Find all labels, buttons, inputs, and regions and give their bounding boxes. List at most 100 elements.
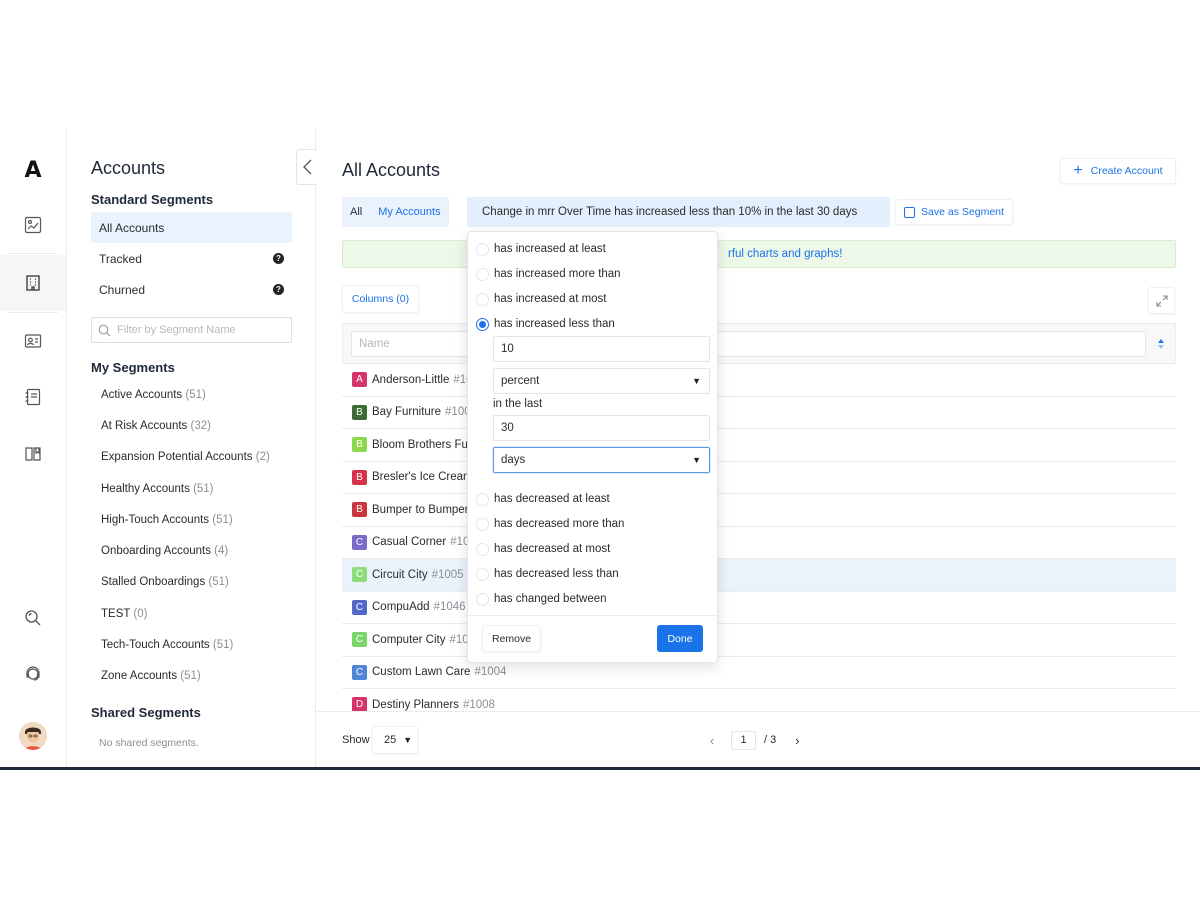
help-icon[interactable]: ? (273, 253, 284, 264)
segment-item[interactable]: Zone Accounts (51) (101, 670, 201, 682)
account-name[interactable]: Bresler's Ice Cream (372, 471, 473, 483)
radio-selected[interactable] (476, 317, 489, 331)
segment-all-accounts[interactable]: All Accounts (91, 212, 292, 243)
period-input[interactable]: 30 (493, 415, 710, 441)
segment-item[interactable]: Healthy Accounts (51) (101, 483, 214, 495)
user-menu[interactable] (0, 708, 66, 764)
radio[interactable] (476, 267, 489, 281)
option-decreased-at-least[interactable]: has decreased at least (476, 489, 610, 509)
create-account-button[interactable]: + Create Account (1060, 158, 1176, 184)
playbook-nav[interactable] (0, 426, 66, 482)
segment-item[interactable]: Tech-Touch Accounts (51) (101, 639, 233, 651)
help-icon[interactable]: ? (273, 284, 284, 295)
page-number-input[interactable]: 1 (731, 730, 756, 750)
page-size-value: 25 (384, 734, 397, 746)
caret-down-icon: ▼ (692, 455, 701, 465)
option-increased-less-than[interactable]: has increased less than (476, 314, 615, 334)
popover-footer: Remove Done (468, 615, 717, 663)
account-name[interactable]: Computer City (372, 634, 446, 646)
notebook-icon (25, 388, 41, 406)
notebook-nav[interactable] (0, 369, 66, 425)
option-label: has changed between (494, 593, 607, 605)
option-decreased-more-than[interactable]: has decreased more than (476, 514, 624, 534)
option-label: has increased less than (494, 318, 615, 330)
radio[interactable] (476, 542, 489, 556)
radio[interactable] (476, 592, 489, 606)
dashboard-nav[interactable] (0, 197, 66, 253)
toggle-all[interactable]: All (342, 197, 370, 227)
segment-label: All Accounts (99, 220, 165, 235)
account-name[interactable]: Bumper to Bumper (372, 504, 469, 516)
segment-label: High-Touch Accounts (101, 514, 210, 526)
option-decreased-at-most[interactable]: has decreased at most (476, 539, 610, 559)
segment-item[interactable]: High-Touch Accounts (51) (101, 514, 233, 526)
account-name[interactable]: Anderson-Little (372, 374, 449, 386)
table-footer: Show 25 ▼ ‹ 1 / 3 › (317, 711, 1200, 770)
contacts-nav[interactable] (0, 313, 66, 369)
segment-item[interactable]: At Risk Accounts (32) (101, 420, 211, 432)
filter-condition-popover: has increased at least has increased mor… (467, 231, 718, 663)
active-filter-chip[interactable]: Change in mrr Over Time has increased le… (467, 197, 890, 227)
my-segments-heading: My Segments (91, 360, 175, 375)
save-as-segment-button[interactable]: Save as Segment (895, 199, 1013, 225)
account-id: #1008 (462, 698, 495, 711)
account-name[interactable]: Destiny Planners (372, 699, 459, 711)
radio[interactable] (476, 492, 489, 506)
sort-icon[interactable] (1157, 338, 1165, 350)
segment-label: Healthy Accounts (101, 483, 190, 495)
avatar (19, 722, 47, 750)
period-unit-select[interactable]: days ▼ (493, 447, 710, 473)
segment-churned[interactable]: Churned ? (91, 274, 292, 305)
option-changed-between[interactable]: has changed between (476, 589, 607, 609)
segment-item[interactable]: Onboarding Accounts (4) (101, 545, 228, 557)
show-label: Show (342, 734, 370, 746)
search-icon (25, 610, 41, 626)
account-initial-badge: B (352, 469, 367, 485)
account-name[interactable]: Bloom Brothers Fur (372, 439, 472, 451)
banner-link[interactable]: rful charts and graphs! (728, 248, 842, 260)
prev-page-icon[interactable]: ‹ (703, 730, 721, 750)
segment-item[interactable]: Expansion Potential Accounts (2) (101, 451, 270, 463)
page-size-select[interactable]: 25 ▼ (372, 726, 418, 754)
account-name[interactable]: Circuit City (372, 569, 428, 581)
segment-item[interactable]: TEST (0) (101, 608, 147, 620)
radio[interactable] (476, 517, 489, 531)
segment-tracked[interactable]: Tracked ? (91, 243, 292, 274)
support-nav[interactable] (0, 646, 66, 702)
account-name[interactable]: Custom Lawn Care (372, 666, 470, 678)
app-logo[interactable]: A (0, 142, 66, 198)
expand-button[interactable] (1148, 287, 1175, 314)
option-decreased-less-than[interactable]: has decreased less than (476, 564, 619, 584)
account-name[interactable]: CompuAdd (372, 601, 430, 613)
next-page-icon[interactable]: › (788, 730, 806, 750)
search-nav[interactable] (0, 590, 66, 646)
segment-item[interactable]: Stalled Onboardings (51) (101, 576, 229, 588)
account-id: #1004 (474, 666, 507, 679)
done-button[interactable]: Done (657, 625, 703, 652)
unit-select[interactable]: percent ▼ (493, 368, 710, 394)
account-name[interactable]: Bay Furniture (372, 406, 441, 418)
remove-button[interactable]: Remove (482, 625, 541, 652)
segment-item[interactable]: Active Accounts (51) (101, 389, 206, 401)
standard-segments-heading: Standard Segments (91, 192, 214, 207)
columns-button[interactable]: Columns (0) (342, 285, 419, 313)
option-increased-more-than[interactable]: has increased more than (476, 264, 621, 284)
option-label: has increased at least (494, 243, 606, 255)
accounts-nav[interactable] (0, 255, 66, 311)
toggle-my-accounts[interactable]: My Accounts (370, 197, 448, 227)
segment-filter-field[interactable] (91, 317, 292, 343)
radio[interactable] (476, 567, 489, 581)
collapse-panel-button[interactable] (296, 149, 317, 185)
option-increased-at-most[interactable]: has increased at most (476, 289, 607, 309)
option-label: has increased more than (494, 268, 621, 280)
option-increased-at-least[interactable]: has increased at least (476, 239, 606, 259)
account-id: #1005 (431, 568, 464, 581)
radio[interactable] (476, 242, 489, 256)
radio[interactable] (476, 292, 489, 306)
amount-input[interactable]: 10 (493, 336, 710, 362)
account-name[interactable]: Casual Corner (372, 536, 446, 548)
panel-title: Accounts (91, 158, 166, 178)
segment-label: Churned (99, 282, 146, 297)
segment-label: At Risk Accounts (101, 420, 188, 432)
segment-filter-input[interactable] (117, 324, 287, 336)
